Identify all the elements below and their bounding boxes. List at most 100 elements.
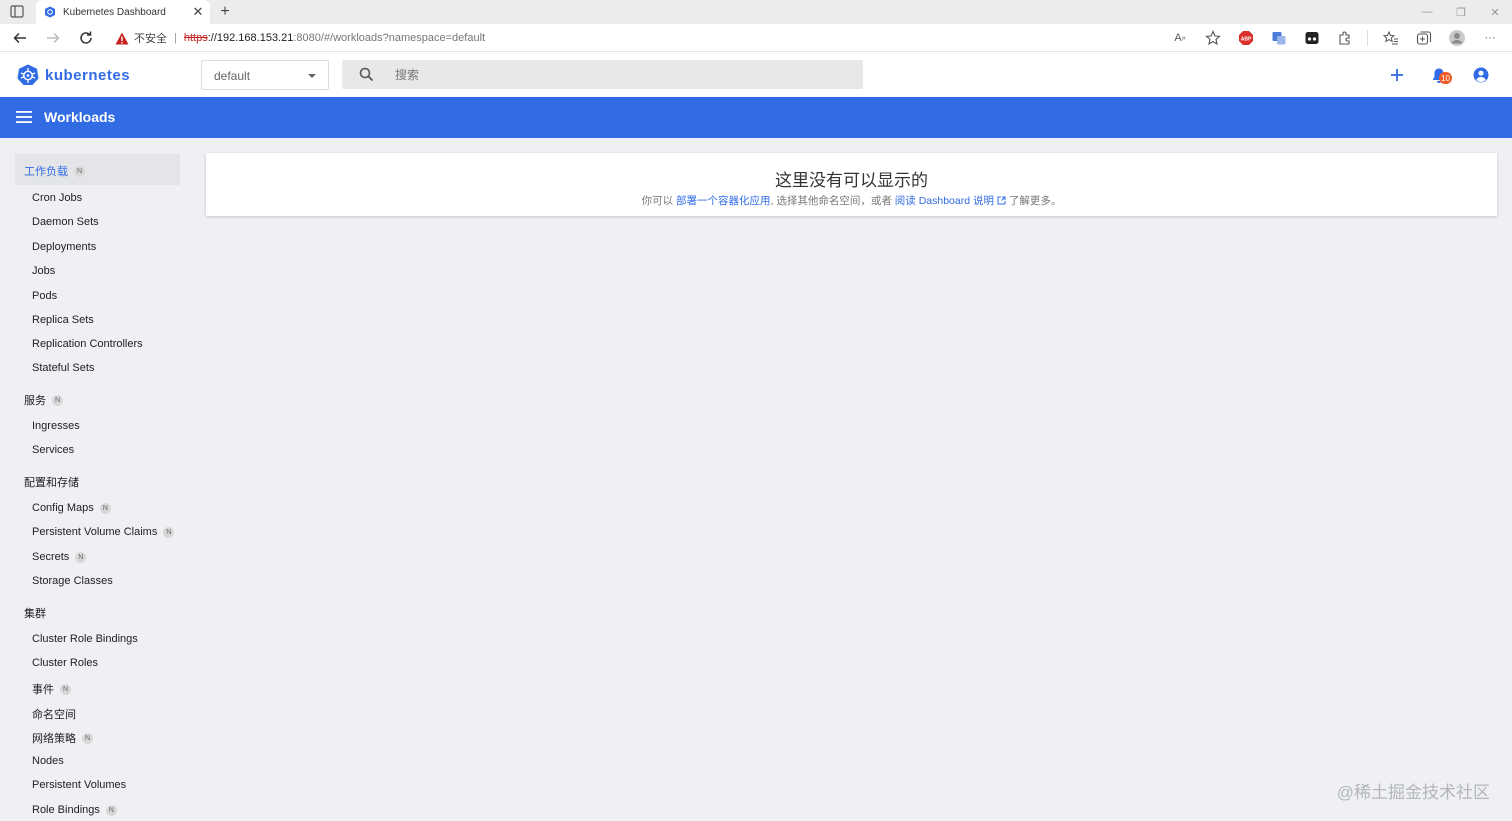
namespaced-badge: N (52, 394, 63, 406)
namespaced-badge: N (105, 804, 117, 816)
url-host: ://192.168.153.21 (207, 32, 294, 44)
sidebar-item-cluster-role-bindings[interactable]: Cluster Role Bindings (32, 633, 138, 645)
sidebar-group-workloads[interactable]: 工作负载 N (24, 163, 85, 179)
sidebar-item-deployments[interactable]: Deployments (32, 241, 96, 253)
adblock-label: ABP (1241, 37, 1252, 43)
search-input[interactable] (395, 60, 845, 89)
sidebar-item-label: 命名空间 (32, 709, 76, 721)
app-header: kubernetes default 10 (0, 52, 1512, 97)
empty-desc-suffix: 了解更多。 (1008, 195, 1062, 207)
sidebar-item-network-policies[interactable]: 网络策略 N (32, 730, 93, 746)
sidebar-item-pods[interactable]: Pods (32, 290, 57, 302)
namespaced-badge: N (82, 732, 93, 744)
extension-app-icon[interactable] (1302, 29, 1322, 47)
sidebar-item-persistent-volume-claims[interactable]: Persistent Volume Claims N (32, 526, 175, 538)
read-aloud-icon[interactable]: A» (1170, 29, 1190, 47)
sidebar-item-label: Replication Controllers (32, 338, 143, 350)
namespace-value: default (214, 69, 251, 83)
tab-close-icon[interactable]: ✕ (190, 4, 206, 20)
url-separator: | (174, 32, 177, 44)
empty-state-card: 这里没有可以显示的 你可以 部署一个容器化应用, 选择其他命名空间，或者 阅读 … (206, 153, 1497, 216)
sidebar-item-cluster-roles[interactable]: Cluster Roles (32, 657, 98, 669)
window-controls: — ❐ ✕ (1410, 0, 1512, 24)
security-label: 不安全 (134, 33, 167, 45)
sidebar-item-label: Cluster Role Bindings (32, 633, 138, 645)
sidebar-group-config-storage[interactable]: 配置和存储 (24, 474, 79, 490)
header-actions: 10 (1366, 64, 1492, 86)
sidebar-item-events[interactable]: 事件 N (32, 681, 71, 697)
sidebar-group-services[interactable]: 服务 N (24, 392, 63, 408)
adblock-icon[interactable]: ABP (1236, 29, 1256, 47)
namespaced-badge: N (60, 683, 71, 695)
sidebar-item-daemon-sets[interactable]: Daemon Sets (32, 216, 99, 228)
sidebar-item-jobs[interactable]: Jobs (32, 265, 55, 277)
url-scheme: https (183, 32, 208, 44)
namespace-select[interactable]: default (201, 60, 329, 90)
sidebar-group-label: 工作负载 (24, 166, 68, 178)
deploy-app-link[interactable]: 部署一个容器化应用 (676, 195, 771, 207)
sidebar-item-cron-jobs[interactable]: Cron Jobs (32, 192, 82, 204)
browser-tab[interactable]: Kubernetes Dashboard ✕ (36, 0, 210, 24)
sidebar-item-label: Role Bindings (32, 804, 100, 816)
close-window-icon[interactable]: ✕ (1478, 0, 1512, 24)
tab-actions-icon[interactable] (8, 4, 26, 20)
kubernetes-favicon-icon (44, 6, 56, 18)
url-field[interactable]: 不安全 | https://192.168.153.21:8080/#/work… (115, 30, 485, 46)
external-link-icon (997, 196, 1006, 205)
sidebar-item-label: Jobs (32, 265, 56, 277)
account-button[interactable] (1470, 64, 1492, 86)
namespaced-badge: N (74, 165, 85, 177)
sidebar-item-role-bindings[interactable]: Role Bindings N (32, 804, 117, 816)
account-circle-icon (1473, 67, 1489, 83)
more-options-icon[interactable]: ··· (1480, 29, 1500, 47)
kubernetes-helm-icon (17, 64, 39, 85)
namespaced-badge: N (99, 502, 111, 514)
sidebar-item-replication-controllers[interactable]: Replication Controllers (32, 338, 143, 350)
sidebar-item-replica-sets[interactable]: Replica Sets (32, 314, 94, 326)
sidebar-item-nodes[interactable]: Nodes (32, 755, 64, 767)
sidebar-item-ingresses[interactable]: Ingresses (32, 420, 80, 432)
back-icon[interactable] (11, 29, 29, 47)
sidebar-item-stateful-sets[interactable]: Stateful Sets (32, 362, 94, 374)
sidebar-group-cluster[interactable]: 集群 (24, 605, 46, 621)
forward-icon[interactable] (44, 29, 62, 47)
dashboard-docs-link[interactable]: 阅读 Dashboard 说明 (895, 195, 1006, 207)
sidebar-item-persistent-volumes[interactable]: Persistent Volumes (32, 779, 126, 791)
sidebar-item-label: Cluster Roles (32, 657, 99, 669)
sidebar-nav: 工作负载 N Cron Jobs Daemon Sets Deployments… (0, 138, 196, 821)
warning-icon (115, 32, 129, 44)
sidebar-item-label: Daemon Sets (32, 216, 99, 228)
restore-icon[interactable]: ❐ (1444, 0, 1478, 24)
sidebar-item-label: Secrets (32, 551, 70, 563)
sidebar-item-config-maps[interactable]: Config Maps N (32, 502, 111, 514)
tab-title: Kubernetes Dashboard (63, 6, 166, 18)
sidebar-item-label: Storage Classes (32, 575, 113, 587)
new-tab-button[interactable]: + (216, 3, 234, 21)
sidebar-item-secrets[interactable]: Secrets N (32, 551, 87, 563)
sidebar-item-services[interactable]: Services (32, 444, 74, 456)
kubernetes-logo[interactable]: kubernetes (17, 64, 130, 86)
sidebar-item-label: Cron Jobs (32, 192, 83, 204)
notification-count-badge: 10 (1439, 72, 1452, 84)
favorites-icon[interactable] (1381, 29, 1401, 47)
extensions-icon[interactable] (1335, 29, 1355, 47)
minimize-icon[interactable]: — (1410, 0, 1444, 24)
url-path: :8080/#/workloads?namespace=default (293, 32, 486, 44)
sidebar-item-label: Pods (32, 290, 58, 302)
reload-icon[interactable] (77, 29, 95, 47)
create-resource-button[interactable] (1386, 64, 1408, 86)
collections-icon[interactable] (1414, 29, 1434, 47)
notifications-button[interactable]: 10 (1428, 64, 1452, 86)
sidebar-group-label: 配置和存储 (24, 477, 79, 489)
sidebar-item-storage-classes[interactable]: Storage Classes (32, 575, 113, 587)
profile-avatar-icon[interactable] (1447, 29, 1467, 47)
favorite-add-icon[interactable] (1203, 29, 1223, 47)
sidebar-item-namespaces[interactable]: 命名空间 (32, 706, 76, 722)
sidebar-item-label: 网络策略 (32, 733, 76, 745)
menu-icon[interactable] (16, 110, 32, 124)
browser-tab-strip: Kubernetes Dashboard ✕ + — ❐ ✕ (0, 0, 1512, 24)
sidebar-item-label: Services (32, 444, 75, 456)
chevron-down-icon (308, 74, 316, 78)
empty-state-description: 你可以 部署一个容器化应用, 选择其他命名空间，或者 阅读 Dashboard … (206, 193, 1497, 208)
translate-icon[interactable] (1269, 29, 1289, 47)
